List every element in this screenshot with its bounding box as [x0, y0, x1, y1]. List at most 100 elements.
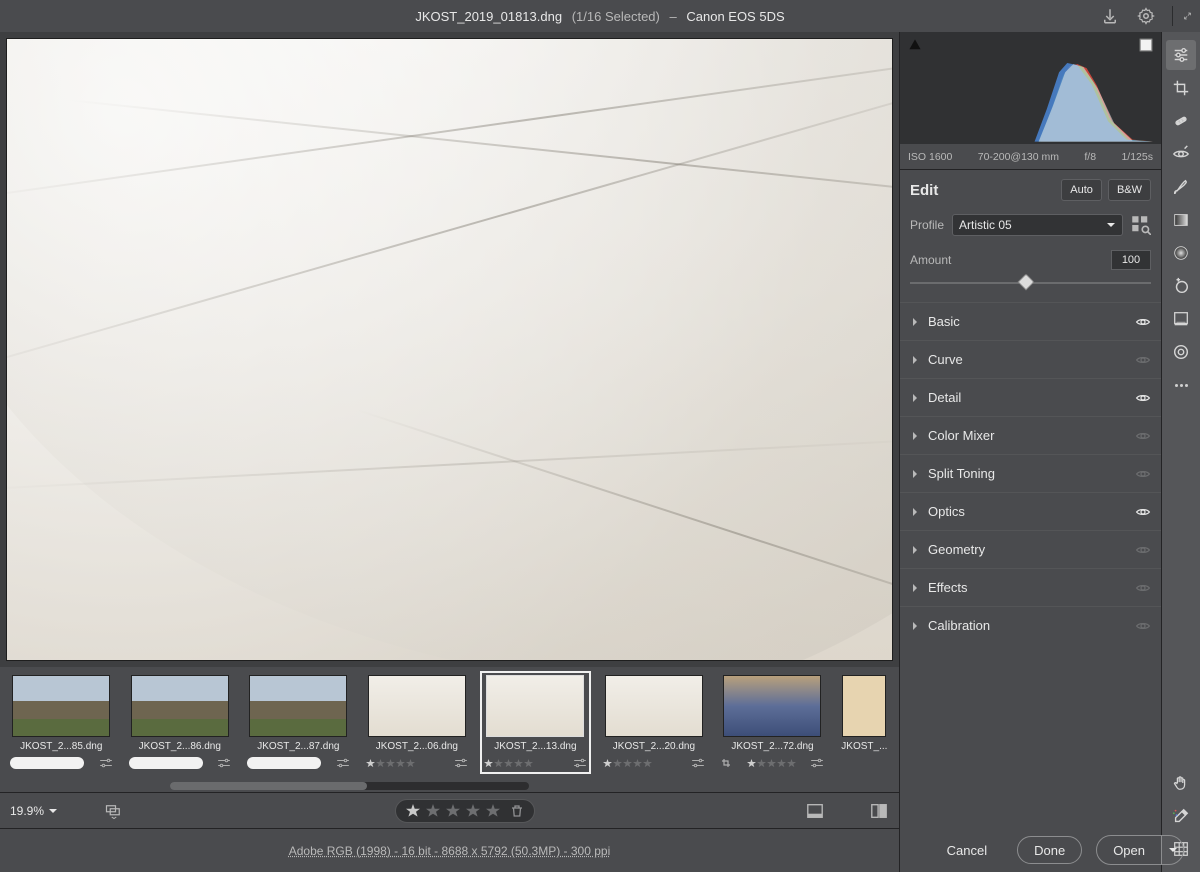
- thumbnail[interactable]: JKOST_2...85.dng: [10, 675, 113, 770]
- thumb-label: JKOST_2...85.dng: [20, 741, 102, 752]
- panel-sections: Basic CurveDetail Color Mixer Split Toning O…: [900, 294, 1161, 644]
- open-dropdown-icon[interactable]: [1161, 836, 1183, 864]
- exif-row: ISO 1600 70-200@130 mm f/8 1/125s: [900, 144, 1161, 170]
- exif-iso: ISO 1600: [908, 151, 952, 163]
- app-root: JKOST_2019_01813.dng (1/16 Selected) – C…: [0, 0, 1200, 872]
- title-filename: JKOST_2019_01813.dng: [415, 9, 562, 24]
- amount-label: Amount: [910, 253, 951, 267]
- exif-shutter: 1/125s: [1121, 151, 1153, 163]
- gear-icon[interactable]: [1136, 6, 1156, 26]
- section-calibration[interactable]: Calibration: [900, 606, 1161, 644]
- filmstrip[interactable]: JKOST_2...85.dng JKOST_2...86.dng JKOST_2.…: [0, 667, 899, 792]
- thumbnail[interactable]: JKOST_2...06.dng: [366, 675, 469, 770]
- section-optics[interactable]: Optics: [900, 492, 1161, 530]
- snapshot-icon[interactable]: [1166, 337, 1196, 367]
- title-selection: (1/16 Selected): [572, 9, 660, 24]
- filter-star[interactable]: [486, 804, 500, 818]
- add-preset-icon[interactable]: [1166, 271, 1196, 301]
- section-geometry[interactable]: Geometry: [900, 530, 1161, 568]
- label-pill: [129, 757, 203, 769]
- thumb-rating: [484, 759, 533, 768]
- thumbnail[interactable]: JKOST_...: [840, 675, 889, 752]
- thumb-label: JKOST_...: [841, 741, 887, 752]
- profile-value: Artistic 05: [959, 218, 1012, 232]
- open-button-group: Open: [1096, 835, 1184, 865]
- edit-panel: ISO 1600 70-200@130 mm f/8 1/125s Edit A…: [900, 32, 1162, 872]
- image-info[interactable]: Adobe RGB (1998) - 16 bit - 8688 x 5792 …: [289, 844, 611, 858]
- section-curve[interactable]: Curve: [900, 340, 1161, 378]
- preview-wrapper: [0, 32, 899, 667]
- single-view-icon[interactable]: [805, 801, 825, 821]
- profile-browser-icon[interactable]: [1131, 215, 1151, 235]
- profile-row: Profile Artistic 05: [900, 210, 1161, 244]
- histogram[interactable]: [900, 32, 1161, 144]
- thumb-image: [12, 675, 110, 737]
- status-bar: 19.9%: [0, 792, 899, 828]
- edit-sliders-icon[interactable]: [1166, 40, 1196, 70]
- thumb-rating: [366, 759, 415, 768]
- zoom-control[interactable]: 19.9%: [10, 804, 58, 818]
- filter-star[interactable]: [466, 804, 480, 818]
- filter-star[interactable]: [446, 804, 460, 818]
- fullscreen-icon[interactable]: [1172, 6, 1192, 26]
- edit-header: Edit Auto B&W: [900, 170, 1161, 210]
- section-label: Basic: [928, 314, 1127, 329]
- profile-label: Profile: [910, 218, 944, 232]
- thumb-rating: [603, 759, 652, 768]
- section-detail[interactable]: Detail: [900, 378, 1161, 416]
- section-basic[interactable]: Basic: [900, 302, 1161, 340]
- title-camera: Canon EOS 5DS: [686, 9, 784, 24]
- amount-row: Amount: [900, 244, 1161, 294]
- main-area: JKOST_2...85.dng JKOST_2...86.dng JKOST_2.…: [0, 32, 1200, 872]
- thumb-label: JKOST_2...86.dng: [139, 741, 221, 752]
- trash-icon[interactable]: [510, 804, 524, 818]
- bw-button[interactable]: B&W: [1108, 179, 1151, 201]
- filter-star[interactable]: [426, 804, 440, 818]
- thumb-label: JKOST_2...87.dng: [257, 741, 339, 752]
- rating-filter[interactable]: [395, 799, 535, 823]
- section-split-toning[interactable]: Split Toning: [900, 454, 1161, 492]
- section-label: Effects: [928, 580, 1127, 595]
- thumb-image: [486, 675, 584, 737]
- thumbnail[interactable]: JKOST_2...20.dng: [603, 675, 706, 770]
- thumbnail[interactable]: JKOST_2...87.dng: [247, 675, 350, 770]
- section-effects[interactable]: Effects: [900, 568, 1161, 606]
- exif-aperture: f/8: [1084, 151, 1096, 163]
- brush-icon[interactable]: [1166, 172, 1196, 202]
- amount-slider[interactable]: [910, 274, 1151, 292]
- radial-gradient-icon[interactable]: [1166, 238, 1196, 268]
- done-button[interactable]: Done: [1017, 836, 1082, 864]
- hand-tool-icon[interactable]: [1166, 768, 1196, 798]
- compare-view-icon[interactable]: [869, 801, 889, 821]
- thumb-label: JKOST_2...72.dng: [731, 741, 813, 752]
- image-preview[interactable]: [6, 38, 893, 661]
- more-icon[interactable]: [1166, 370, 1196, 400]
- filmstrip-scrollbar[interactable]: [170, 782, 529, 790]
- section-label: Optics: [928, 504, 1127, 519]
- thumbnail[interactable]: JKOST_2...86.dng: [129, 675, 232, 770]
- amount-input[interactable]: [1111, 250, 1151, 270]
- label-pill: [247, 757, 321, 769]
- presets-icon[interactable]: [1166, 304, 1196, 334]
- shadow-clip-icon[interactable]: [908, 38, 922, 52]
- highlight-clip-icon[interactable]: [1139, 38, 1153, 52]
- spot-heal-icon[interactable]: [1166, 106, 1196, 136]
- color-sampler-icon[interactable]: [1166, 801, 1196, 831]
- filter-star[interactable]: [406, 804, 420, 818]
- thumbnail[interactable]: JKOST_2...13.dng: [484, 675, 587, 770]
- redeye-icon[interactable]: [1166, 139, 1196, 169]
- window-title: JKOST_2019_01813.dng (1/16 Selected) – C…: [415, 9, 784, 24]
- crop-icon[interactable]: [1166, 73, 1196, 103]
- sort-icon[interactable]: [104, 801, 124, 821]
- thumbnail[interactable]: JKOST_2...72.dng: [721, 675, 824, 770]
- thumb-image: [605, 675, 703, 737]
- download-icon[interactable]: [1100, 6, 1120, 26]
- cancel-button[interactable]: Cancel: [931, 836, 1003, 864]
- linear-gradient-icon[interactable]: [1166, 205, 1196, 235]
- open-button[interactable]: Open: [1097, 836, 1161, 864]
- profile-select[interactable]: Artistic 05: [952, 214, 1123, 236]
- section-label: Color Mixer: [928, 428, 1127, 443]
- section-color-mixer[interactable]: Color Mixer: [900, 416, 1161, 454]
- label-pill: [10, 757, 84, 769]
- auto-button[interactable]: Auto: [1061, 179, 1102, 201]
